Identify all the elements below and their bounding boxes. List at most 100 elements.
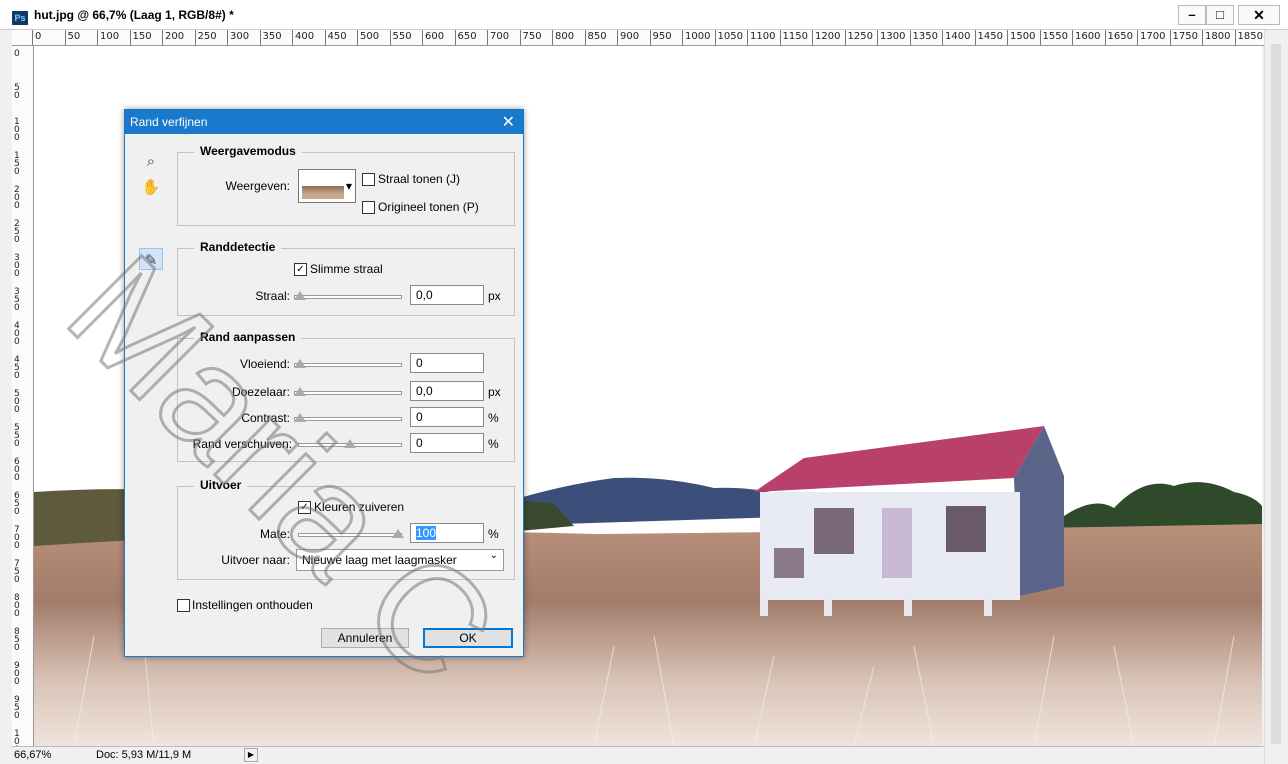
ruler-tick: 50 — [64, 30, 80, 45]
ruler-tick: 500 — [14, 389, 20, 415]
close-button[interactable]: ✕ — [1238, 5, 1280, 25]
ruler-tick: 650 — [454, 30, 477, 45]
ruler-tick: 150 — [129, 30, 152, 45]
ruler-tick: 200 — [14, 185, 20, 211]
amount-value: 100 — [416, 526, 437, 540]
chevron-down-icon: ⌄ — [489, 550, 498, 561]
ruler-tick: 1000 — [14, 729, 20, 747]
view-mode-preview[interactable]: ▼ — [298, 169, 356, 203]
group-title-weergavemodus: Weergavemodus — [194, 144, 302, 158]
ruler-tick: 100 — [97, 30, 119, 45]
ruler-tick: 300 — [14, 253, 20, 279]
ruler-tick: 500 — [357, 30, 379, 45]
ruler-tick: 950 — [649, 30, 672, 45]
show-original-checkbox[interactable] — [362, 201, 375, 214]
decontaminate-colors-checkbox[interactable]: ✓ — [298, 501, 311, 514]
feather-label: Doezelaar: — [231, 385, 290, 399]
scrollbar-thumb[interactable] — [1271, 44, 1281, 744]
smooth-slider-knob[interactable] — [294, 359, 306, 368]
refine-radius-brush-icon[interactable]: ✎ — [139, 248, 163, 270]
remember-settings-label: Instellingen onthouden — [192, 598, 313, 612]
ruler-tick: 900 — [14, 661, 20, 687]
hand-tool-icon[interactable]: ✋ — [139, 176, 163, 198]
group-title-rand-aanpassen: Rand aanpassen — [194, 330, 302, 344]
show-radius-label: Straal tonen (J) — [378, 172, 461, 186]
contrast-slider-knob[interactable] — [294, 413, 306, 422]
feather-unit: px — [488, 385, 501, 399]
preview-dropdown-arrow-icon: ▼ — [345, 182, 352, 191]
ruler-tick: 800 — [14, 593, 20, 619]
group-title-randdetectie: Randdetectie — [194, 240, 282, 254]
shift-edge-label: Rand verschuiven: — [192, 437, 292, 451]
vertical-ruler[interactable]: 0 50 100 150 200 250 300 350 400 450 500 550 600 650 7… — [12, 46, 34, 746]
shift-edge-input[interactable]: 0 — [410, 433, 484, 453]
view-label: Weergeven: — [225, 179, 290, 193]
radius-input[interactable]: 0,0 — [410, 285, 484, 305]
cancel-button[interactable]: Annuleren — [321, 628, 409, 648]
ruler-tick: 700 — [14, 525, 20, 551]
edge-detection-group: Randdetectie ✓ Slimme straal Straal: 0,0… — [177, 240, 515, 316]
shift-edge-slider-knob[interactable] — [344, 439, 356, 448]
radius-slider-knob[interactable] — [294, 291, 306, 300]
ruler-tick: 1800 — [1202, 30, 1230, 45]
ruler-tick: 300 — [227, 30, 249, 45]
radius-slider[interactable] — [294, 291, 402, 303]
amount-unit: % — [488, 527, 499, 541]
ruler-tick: 750 — [14, 559, 20, 585]
ruler-tick: 1000 — [682, 30, 710, 45]
show-original-label: Origineel tonen (P) — [378, 200, 479, 214]
status-menu-arrow-icon[interactable]: ▶ — [244, 748, 258, 762]
amount-input[interactable]: 100 — [410, 523, 484, 543]
vertical-scrollbar[interactable] — [1264, 30, 1288, 764]
feather-input[interactable]: 0,0 — [410, 381, 484, 401]
amount-slider-knob[interactable] — [392, 529, 404, 538]
smooth-label: Vloeiend: — [239, 357, 290, 371]
show-radius-checkbox[interactable] — [362, 173, 375, 186]
ruler-tick: 50 — [14, 83, 20, 101]
feather-slider[interactable] — [294, 387, 402, 399]
smart-radius-checkbox[interactable]: ✓ — [294, 263, 307, 276]
ruler-tick: 1450 — [974, 30, 1003, 45]
document-size: Doc: 5,93 M/11,9 M — [96, 749, 192, 761]
output-group: Uitvoer ✓ Kleuren zuiveren Mate: 100 % U… — [177, 478, 515, 580]
output-to-value: Nieuwe laag met laagmasker — [302, 553, 457, 567]
ruler-tick: 250 — [194, 30, 217, 45]
ruler-tick: 1700 — [1137, 30, 1165, 45]
ruler-tick: 800 — [552, 30, 574, 45]
ruler-tick: 1550 — [1039, 30, 1068, 45]
smart-radius-label: Slimme straal — [310, 262, 383, 276]
contrast-slider[interactable] — [294, 413, 402, 425]
shift-edge-slider[interactable] — [298, 439, 402, 451]
amount-slider[interactable] — [298, 529, 404, 541]
zoom-tool-icon[interactable]: ⌕ — [139, 150, 163, 172]
ruler-tick: 750 — [519, 30, 542, 45]
contrast-input[interactable]: 0 — [410, 407, 484, 427]
ruler-tick: 100 — [14, 117, 20, 143]
horizontal-ruler[interactable]: 0 50 100 150 200 250 300 350 400 450 500 550 600 650 7… — [12, 30, 1264, 46]
radius-unit: px — [488, 289, 501, 303]
smooth-slider[interactable] — [294, 359, 402, 371]
ok-button[interactable]: OK — [423, 628, 513, 648]
view-thumbnail — [302, 173, 344, 199]
ruler-tick: 200 — [162, 30, 184, 45]
minimize-button[interactable]: – — [1178, 5, 1206, 25]
remember-settings-checkbox[interactable] — [177, 599, 190, 612]
ruler-tick: 0 — [14, 49, 20, 59]
radius-label: Straal: — [255, 289, 290, 303]
left-edge — [0, 30, 12, 764]
ruler-tick: 1300 — [877, 30, 905, 45]
contrast-unit: % — [488, 411, 499, 425]
output-to-select[interactable]: Nieuwe laag met laagmasker ⌄ — [296, 549, 504, 571]
ruler-tick: 1250 — [844, 30, 873, 45]
ruler-tick: 1850 — [1234, 30, 1263, 45]
maximize-button[interactable]: □ — [1206, 5, 1234, 25]
dialog-close-icon[interactable]: ✕ — [502, 110, 515, 134]
ruler-tick: 400 — [292, 30, 314, 45]
view-mode-group: Weergavemodus Weergeven: ▼ Straal tonen … — [177, 144, 515, 226]
ruler-tick: 1500 — [1007, 30, 1035, 45]
smooth-input[interactable]: 0 — [410, 353, 484, 373]
zoom-level[interactable]: 66,67% — [14, 749, 51, 761]
feather-slider-knob[interactable] — [294, 387, 306, 396]
ruler-tick: 350 — [259, 30, 282, 45]
ruler-tick: 450 — [14, 355, 20, 381]
